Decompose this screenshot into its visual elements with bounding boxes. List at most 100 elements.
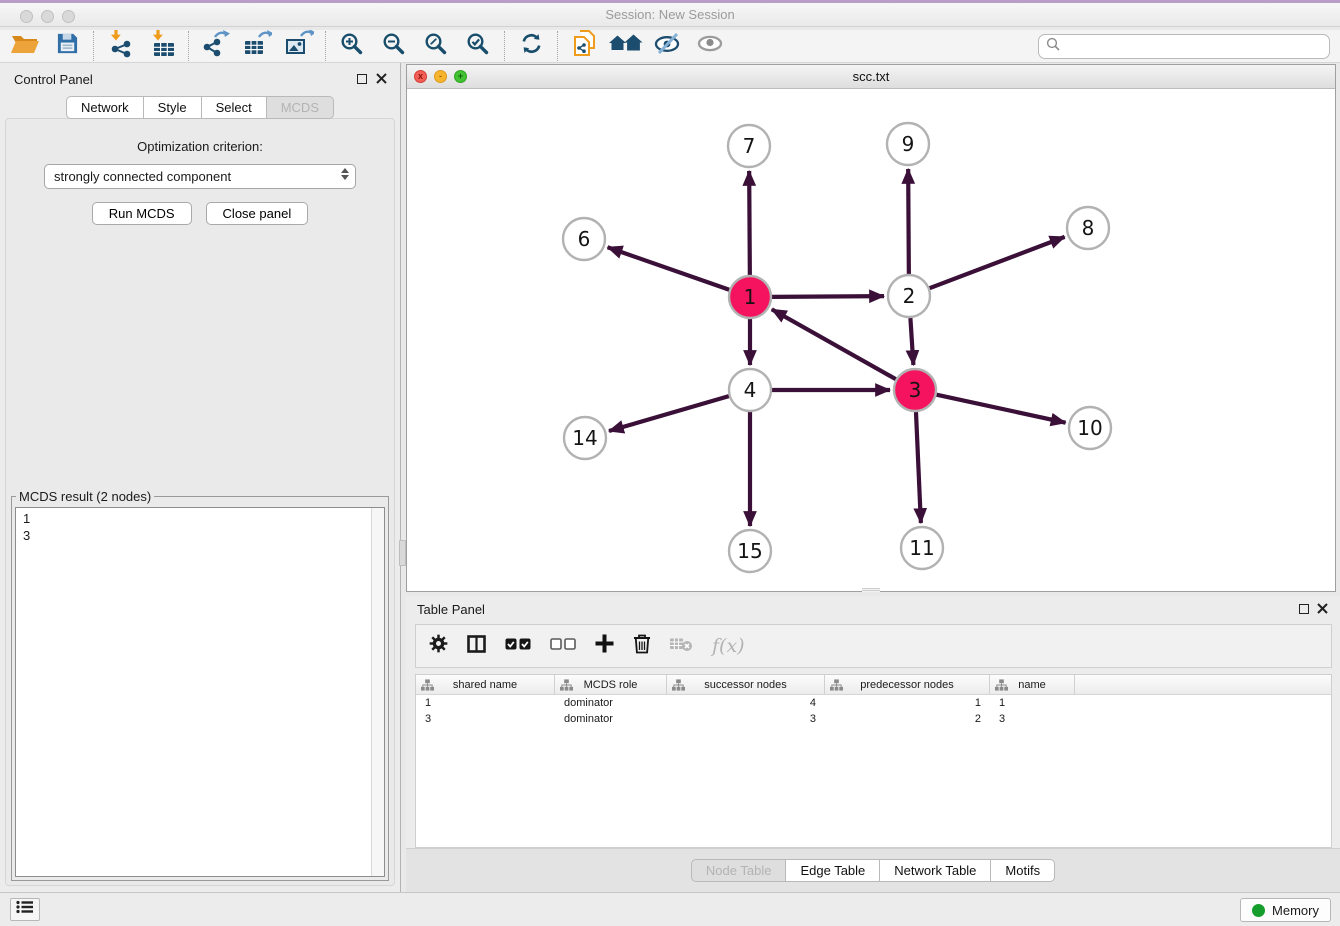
graph-edge-3-10[interactable]: [936, 395, 1065, 423]
network-graph[interactable]: 1 2 3 4 6 7 8 9 10 11 14 15: [407, 89, 1335, 591]
search-input[interactable]: [1065, 39, 1322, 54]
clone-network-button[interactable]: [563, 31, 605, 62]
deselect-all-rows-button[interactable]: [550, 636, 576, 657]
hide-selected-button[interactable]: [647, 31, 689, 62]
graph-node-8[interactable]: 8: [1067, 207, 1109, 249]
graph-node-1[interactable]: 1: [729, 276, 771, 318]
graph-node-9[interactable]: 9: [887, 123, 929, 165]
close-window-button[interactable]: [20, 10, 33, 23]
column-header-successor-nodes[interactable]: successor nodes: [667, 675, 825, 694]
graph-node-11[interactable]: 11: [901, 527, 943, 569]
run-mcds-button[interactable]: Run MCDS: [92, 202, 192, 225]
tab-edge-table[interactable]: Edge Table: [786, 859, 880, 882]
graph-node-6[interactable]: 6: [563, 218, 605, 260]
zoom-in-button[interactable]: [331, 31, 373, 62]
home-layout-button[interactable]: [605, 31, 647, 62]
graph-node-10[interactable]: 10: [1069, 407, 1111, 449]
table-cell[interactable]: 1: [825, 697, 990, 709]
open-file-button[interactable]: [4, 31, 46, 62]
graph-node-2[interactable]: 2: [888, 275, 930, 317]
tab-network[interactable]: Network: [66, 96, 144, 119]
graph-edge-1-6[interactable]: [608, 247, 730, 289]
import-network-button[interactable]: [99, 31, 141, 62]
graph-edge-1-7[interactable]: [749, 171, 750, 275]
open-folder-icon: [10, 32, 40, 61]
export-network-button[interactable]: [194, 31, 236, 62]
graph-node-3[interactable]: 3: [894, 369, 936, 411]
tab-mcds[interactable]: MCDS: [267, 96, 334, 119]
column-header-MCDS-role[interactable]: MCDS role: [555, 675, 667, 694]
tab-select[interactable]: Select: [202, 96, 267, 119]
column-header-name[interactable]: name: [990, 675, 1075, 694]
graph-edge-2-9[interactable]: [908, 169, 909, 274]
table-row[interactable]: 3dominator323: [416, 711, 1331, 727]
add-column-button[interactable]: [595, 634, 614, 658]
delete-column-button[interactable]: [633, 634, 651, 659]
save-session-button[interactable]: [46, 31, 88, 62]
minimize-window-button[interactable]: [41, 10, 54, 23]
zoom-selected-button[interactable]: [457, 31, 499, 62]
graph-edge-1-2[interactable]: [772, 296, 884, 297]
zoom-out-button[interactable]: [373, 31, 415, 62]
select-all-rows-button[interactable]: [505, 636, 531, 657]
table-cell[interactable]: 1: [990, 697, 1075, 709]
table-cell[interactable]: 3: [990, 713, 1075, 725]
tab-network-table[interactable]: Network Table: [880, 859, 991, 882]
graph-node-4[interactable]: 4: [729, 369, 771, 411]
network-canvas[interactable]: 1 2 3 4 6 7 8 9 10 11 14 15: [407, 89, 1335, 591]
export-image-button[interactable]: [278, 31, 320, 62]
mcds-scrollbar[interactable]: [371, 508, 384, 876]
table-cell[interactable]: 2: [825, 713, 990, 725]
show-log-button[interactable]: [10, 898, 40, 921]
table-cell[interactable]: 4: [667, 697, 825, 709]
table-row[interactable]: 1dominator411: [416, 695, 1331, 711]
table-cell[interactable]: 3: [416, 713, 555, 725]
show-all-button[interactable]: [689, 31, 731, 62]
graph-node-15[interactable]: 15: [729, 530, 771, 572]
float-table-panel-button[interactable]: [1297, 602, 1310, 615]
import-table-button[interactable]: [141, 31, 183, 62]
network-maximize-button[interactable]: +: [454, 70, 467, 83]
tab-style[interactable]: Style: [144, 96, 202, 119]
graph-edge-3-11[interactable]: [916, 412, 921, 523]
window-resize-grip[interactable]: [862, 588, 880, 592]
tab-node-table[interactable]: Node Table: [691, 859, 787, 882]
zoom-fit-button[interactable]: [415, 31, 457, 62]
network-window-titlebar[interactable]: x - + scc.txt: [407, 65, 1335, 89]
table-settings-button[interactable]: [429, 634, 448, 658]
graph-edge-3-1[interactable]: [772, 309, 896, 379]
table-cell[interactable]: dominator: [555, 713, 667, 725]
memory-button[interactable]: Memory: [1240, 898, 1331, 922]
network-minimize-button[interactable]: -: [434, 70, 447, 83]
toolbar-separator: [325, 31, 326, 61]
float-panel-button[interactable]: [355, 72, 368, 85]
column-label: MCDS role: [584, 679, 638, 691]
table-cell[interactable]: 1: [416, 697, 555, 709]
column-header-shared-name[interactable]: shared name: [416, 675, 555, 694]
graph-edge-2-8[interactable]: [930, 237, 1065, 288]
control-panel-tabs: Network Style Select MCDS: [0, 96, 400, 119]
graph-node-7[interactable]: 7: [728, 125, 770, 167]
graph-node-14[interactable]: 14: [564, 417, 606, 459]
table-cell[interactable]: 3: [667, 713, 825, 725]
window-controls: [20, 10, 75, 23]
graph-edge-4-14[interactable]: [609, 396, 729, 431]
svg-text:11: 11: [909, 536, 934, 560]
column-header-predecessor-nodes[interactable]: predecessor nodes: [825, 675, 990, 694]
show-column-button[interactable]: [467, 635, 486, 658]
criterion-select[interactable]: strongly connected component: [44, 164, 356, 189]
close-panel-button[interactable]: [375, 72, 388, 85]
table-cell[interactable]: dominator: [555, 697, 667, 709]
mcds-result-list[interactable]: 13: [15, 507, 385, 877]
export-table-button[interactable]: [236, 31, 278, 62]
zoom-window-button[interactable]: [62, 10, 75, 23]
search-box[interactable]: [1038, 34, 1330, 59]
close-panel-button-mcds[interactable]: Close panel: [206, 202, 309, 225]
tab-motifs[interactable]: Motifs: [991, 859, 1055, 882]
graph-edge-2-3[interactable]: [910, 318, 913, 365]
close-table-panel-button[interactable]: [1316, 602, 1329, 615]
eye-slash-icon: [653, 32, 683, 60]
network-close-button[interactable]: x: [414, 70, 427, 83]
panel-divider-grip[interactable]: [399, 540, 406, 566]
refresh-view-button[interactable]: [510, 31, 552, 62]
